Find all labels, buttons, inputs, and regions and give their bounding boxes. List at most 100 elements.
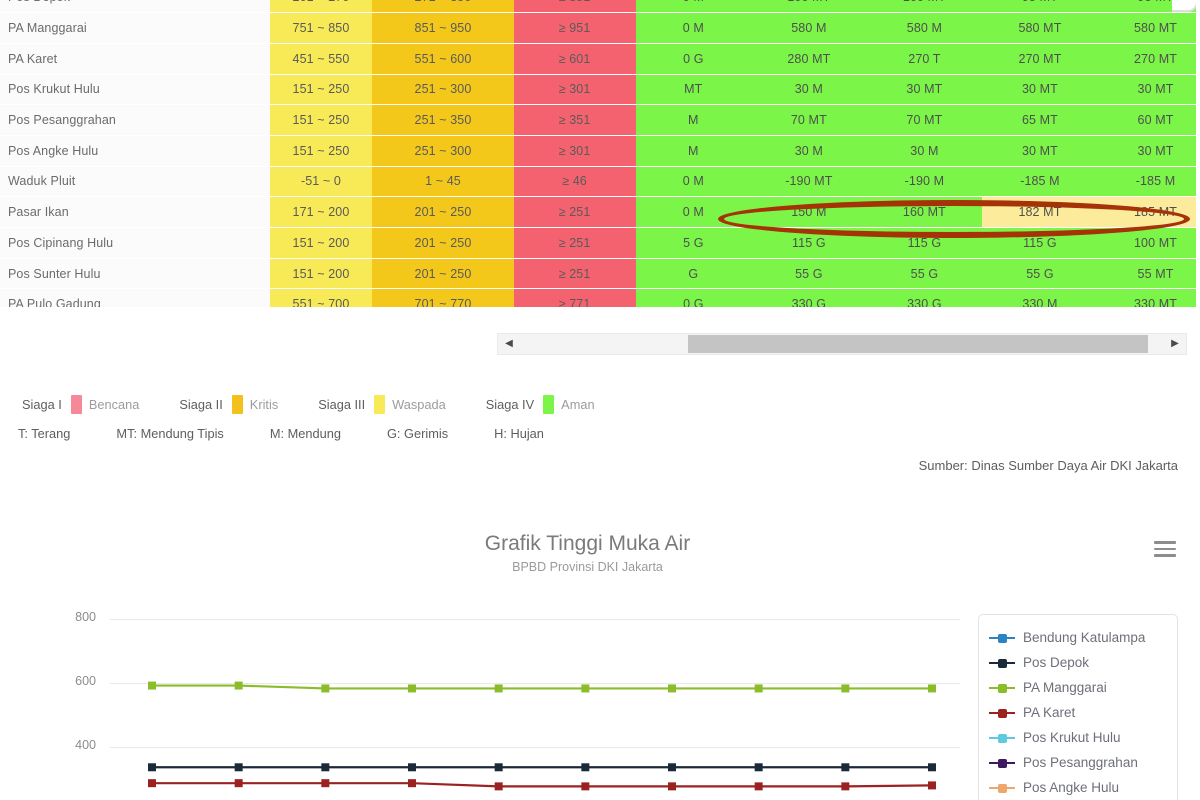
chart-data-point[interactable]: [581, 684, 590, 693]
water-level-table-panel: Pos Depok201 ~ 270271 ~ 350≥ 3510 M100 M…: [0, 0, 1196, 342]
chart-data-point[interactable]: [841, 684, 850, 693]
table-row: PA Pulo Gadung 551 ~ 700 701 ~ 770 ≥ 771 0 G…: [0, 288, 1196, 307]
chart-data-point[interactable]: [754, 684, 763, 693]
chart-data-point[interactable]: [494, 763, 503, 772]
scrollbar-thumb[interactable]: [688, 335, 1148, 353]
table-cell-siaga3: 751 ~ 850: [269, 12, 373, 44]
legend-color-swatch: [231, 395, 243, 414]
chart-data-point[interactable]: [148, 681, 156, 690]
table-cell-siaga2: 551 ~ 600: [372, 43, 514, 75]
chart-legend-item[interactable]: Pos Angke Hulu: [989, 775, 1177, 800]
weather-code-legend-row: T: Terang MT: Mendung Tipis M: Mendung G: G…: [0, 426, 1200, 441]
chart-legend-marker-icon: [989, 757, 1015, 769]
table-row: Pos Depok201 ~ 270271 ~ 350≥ 3510 M100 M…: [0, 0, 1196, 14]
table-cell-reading: 30 MT: [866, 74, 983, 106]
chart-data-point[interactable]: [928, 763, 936, 772]
chart-data-point[interactable]: [668, 684, 676, 693]
table-cell-reading: 55 G: [866, 258, 983, 290]
chart-legend-item[interactable]: Pos Pesanggrahan: [989, 750, 1177, 775]
scroll-left-arrow-icon[interactable]: ◀: [498, 334, 520, 354]
legend-status-caption: Waspada: [392, 397, 446, 412]
table-cell-reading: 580 M: [751, 12, 867, 44]
chart-data-point[interactable]: [408, 779, 416, 788]
chart-legend-item[interactable]: Pos Krukut Hulu: [989, 725, 1177, 750]
chart-data-point[interactable]: [148, 779, 156, 788]
table-cell-location: Waduk Pluit: [0, 166, 270, 198]
chart-data-point[interactable]: [321, 763, 330, 772]
chart-data-point[interactable]: [148, 763, 156, 772]
table-cell-reading: 0 M: [635, 12, 752, 44]
table-cell-reading: 30 M: [866, 135, 983, 167]
table-cell-siaga1: ≥ 601: [513, 43, 636, 75]
table-cell-reading: 100 MT: [751, 0, 867, 14]
chart-legend-marker-icon: [989, 707, 1015, 719]
legend-color-swatch: [70, 395, 82, 414]
table-cell-reading: 115 G: [982, 227, 1098, 259]
legend-status-caption: Aman: [561, 397, 595, 412]
chart-data-point[interactable]: [234, 779, 243, 788]
table-row: Pos Cipinang Hulu 151 ~ 200 201 ~ 250 ≥ 251…: [0, 227, 1196, 259]
chart-data-point[interactable]: [408, 763, 416, 772]
table-cell-reading: -185 M: [982, 166, 1098, 198]
table-cell-reading: 30 MT: [1097, 135, 1196, 167]
scrollbar-track[interactable]: [520, 334, 1164, 354]
table-horizontal-scrollbar[interactable]: ◀ ▶: [497, 333, 1187, 355]
table-cell-reading: 182 MT: [982, 196, 1098, 228]
chart-data-point[interactable]: [841, 782, 850, 791]
legend-weather-code: MT: Mendung Tipis: [116, 426, 224, 441]
table-cell-siaga1: ≥ 351: [513, 104, 636, 136]
chart-legend-item[interactable]: PA Manggarai: [989, 675, 1177, 700]
chart-data-point[interactable]: [668, 782, 676, 791]
table-cell-siaga2: 201 ~ 250: [372, 258, 514, 290]
table-cell-siaga2: 701 ~ 770: [372, 288, 514, 307]
table-cell-reading: M: [635, 135, 752, 167]
table-cell-siaga1: ≥ 771: [513, 288, 636, 307]
chart-legend[interactable]: Bendung Katulampa Pos Depok PA Manggarai PA…: [978, 614, 1178, 800]
table-row: PA Karet 451 ~ 550 551 ~ 600 ≥ 601 0 G 280 MT…: [0, 43, 1196, 75]
chart-legend-label: PA Manggarai: [1023, 680, 1107, 695]
table-cell-reading: MT: [635, 74, 752, 106]
table-cell-siaga2: 251 ~ 300: [372, 135, 514, 167]
table-cell-reading: 580 M: [866, 12, 983, 44]
table-cell-reading: 150 M: [751, 196, 867, 228]
table-cell-siaga2: 1 ~ 45: [372, 166, 514, 198]
scroll-right-arrow-icon[interactable]: ▶: [1164, 334, 1186, 354]
table-scroll-viewport[interactable]: Pos Depok201 ~ 270271 ~ 350≥ 3510 M100 M…: [0, 0, 1196, 307]
chart-data-point[interactable]: [754, 763, 763, 772]
chart-data-point[interactable]: [668, 763, 676, 772]
table-cell-reading: G: [635, 258, 752, 290]
table-cell-siaga3: 171 ~ 200: [269, 196, 373, 228]
chart-data-point[interactable]: [581, 763, 590, 772]
chart-legend-item[interactable]: Bendung Katulampa: [989, 625, 1177, 650]
table-cell-siaga1: ≥ 351: [513, 0, 636, 14]
table-cell-location: Pos Cipinang Hulu: [0, 227, 270, 259]
table-cell-location: PA Karet: [0, 43, 270, 75]
chart-data-point[interactable]: [321, 779, 330, 788]
table-row: Pos Angke Hulu 151 ~ 250 251 ~ 300 ≥ 301 M 30…: [0, 135, 1196, 167]
chart-data-point[interactable]: [321, 684, 330, 693]
table-cell-reading: 280 MT: [751, 43, 867, 75]
chart-data-point[interactable]: [494, 782, 503, 791]
table-row: PA Manggarai 751 ~ 850 851 ~ 950 ≥ 951 0 M 58…: [0, 12, 1196, 44]
chart-data-point[interactable]: [234, 681, 243, 690]
legend-weather-code: G: Gerimis: [386, 426, 449, 441]
chart-data-point[interactable]: [234, 763, 243, 772]
legend-status-label: Siaga I: [22, 397, 62, 412]
chart-legend-label: Pos Depok: [1023, 655, 1090, 670]
table-cell-location: PA Manggarai: [0, 12, 270, 44]
chart-data-point[interactable]: [494, 684, 503, 693]
table-row: Pos Pesanggrahan 151 ~ 250 251 ~ 350 ≥ 351 M…: [0, 104, 1196, 136]
legend-weather-code: T: Terang: [18, 426, 71, 441]
chart-data-point[interactable]: [841, 763, 850, 772]
table-cell-reading: 115 G: [866, 227, 983, 259]
chart-data-point[interactable]: [928, 781, 936, 790]
chart-data-point[interactable]: [408, 684, 416, 693]
chart-data-point[interactable]: [754, 782, 763, 791]
legend-status-caption: Kritis: [249, 397, 279, 412]
chart-data-point[interactable]: [581, 782, 590, 791]
chart-legend-item[interactable]: Pos Depok: [989, 650, 1177, 675]
chart-data-point[interactable]: [928, 684, 936, 693]
chart-legend-marker-icon: [989, 682, 1015, 694]
chart-legend-item[interactable]: PA Karet: [989, 700, 1177, 725]
table-cell-location: Pasar Ikan: [0, 196, 270, 228]
